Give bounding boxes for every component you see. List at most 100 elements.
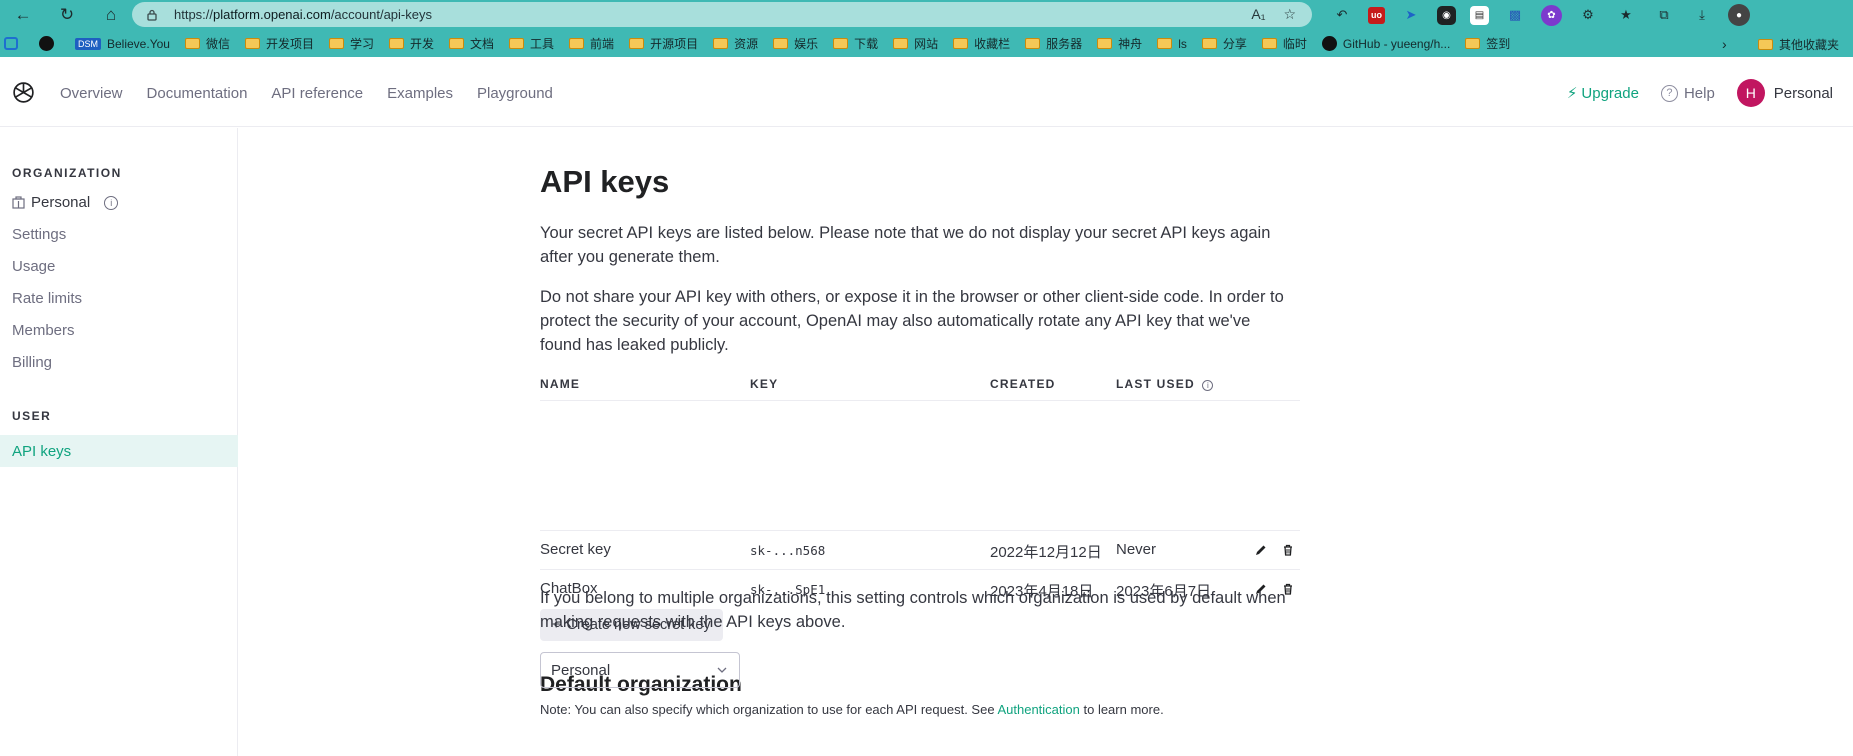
folder-icon	[773, 38, 789, 49]
bookmark-2[interactable]: 开发项目	[244, 35, 314, 52]
bookmark-github-icon[interactable]	[39, 36, 60, 51]
dsm-icon: DSM	[75, 37, 101, 50]
bookmark-6[interactable]: 工具	[509, 35, 554, 52]
row-divider	[540, 569, 1300, 570]
user-menu[interactable]: H Personal	[1736, 79, 1833, 107]
folder-icon	[1025, 38, 1041, 49]
nav-overview[interactable]: Overview	[60, 85, 123, 102]
reader-icon[interactable]: ▤	[1470, 5, 1489, 25]
bookmark-8[interactable]: 开源项目	[629, 35, 698, 52]
building-icon	[12, 196, 25, 209]
folder-icon	[953, 38, 969, 49]
upgrade-label: Upgrade	[1581, 84, 1639, 102]
nav-playground[interactable]: Playground	[477, 85, 553, 102]
sidebar-item-members[interactable]: Members	[12, 322, 75, 339]
bookmark-4[interactable]: 开发	[389, 35, 434, 52]
column-header-key: KEY	[750, 377, 779, 391]
back-icon[interactable]: ←	[8, 1, 38, 29]
row-key: sk-...n568	[750, 543, 826, 558]
folder-icon	[833, 38, 849, 49]
column-header-name: NAME	[540, 377, 581, 391]
bookmark-other[interactable]: 其他收藏夹	[1758, 36, 1839, 53]
info-icon[interactable]: i	[1202, 380, 1214, 391]
app-header: Overview Documentation API reference Exa…	[0, 57, 1853, 127]
sidebar-section-user: USER	[12, 409, 52, 423]
window-icon[interactable]: ▩	[1503, 3, 1527, 27]
nav-examples[interactable]: Examples	[387, 85, 453, 102]
sidebar-item-rate-limits[interactable]: Rate limits	[12, 290, 82, 307]
github-icon	[1321, 36, 1337, 51]
refresh-icon[interactable]: ↻	[52, 1, 82, 29]
brain-icon[interactable]: ✿	[1541, 4, 1562, 26]
bookmark-0[interactable]: DSM Believe.You	[75, 37, 170, 51]
upgrade-button[interactable]: ⚡ Upgrade	[1566, 84, 1639, 103]
bookmark-17[interactable]: 分享	[1201, 35, 1247, 52]
folder-icon	[184, 38, 200, 49]
bookmark-13[interactable]: 收藏栏	[953, 35, 1010, 52]
nav-api-reference[interactable]: API reference	[271, 85, 363, 102]
favorite-add-icon[interactable]: ☆	[1283, 6, 1296, 23]
download-icon[interactable]: ⤓	[1690, 3, 1714, 27]
bookmark-11[interactable]: 下载	[833, 35, 878, 52]
default-org-description: If you belong to multiple organizations,…	[540, 589, 1286, 631]
folder-icon	[1157, 38, 1173, 49]
folder-icon	[1097, 38, 1113, 49]
feather-icon[interactable]: ➤	[1399, 3, 1423, 27]
app-icon	[4, 37, 18, 50]
bookmark-app[interactable]	[4, 37, 24, 50]
read-aloud-icon[interactable]: A₁	[1251, 6, 1265, 23]
bookmark-12[interactable]: 网站	[893, 35, 938, 52]
bookmark-5[interactable]: 文档	[449, 35, 494, 52]
nav-documentation[interactable]: Documentation	[147, 85, 248, 102]
bookmark-18[interactable]: 临时	[1261, 35, 1307, 52]
info-icon[interactable]: i	[104, 195, 119, 210]
delete-icon[interactable]	[1281, 543, 1295, 557]
extensions-bar: ↶ uo ➤ ◉ ▤ ▩ ✿ ⚙ ★ ⧉ ⤓ ●	[1330, 3, 1750, 27]
home-icon[interactable]: ⌂	[96, 1, 126, 29]
folder-icon	[328, 38, 344, 49]
chevron-right-icon[interactable]: ›	[1722, 36, 1727, 52]
folder-icon	[1261, 38, 1277, 49]
bookmark-19[interactable]: GitHub - yueeng/h...	[1321, 36, 1450, 51]
profile-avatar-icon[interactable]: ●	[1728, 4, 1750, 26]
org-select[interactable]: Personal	[540, 652, 740, 688]
row-name: Secret key	[540, 541, 611, 558]
puzzle-icon[interactable]: ⚙	[1576, 3, 1600, 27]
sidebar-item-usage[interactable]: Usage	[12, 258, 55, 275]
org-name: Personal	[31, 194, 91, 211]
folder-icon	[713, 38, 729, 49]
folder-icon	[569, 38, 585, 49]
bookmark-16[interactable]: ls	[1157, 37, 1187, 51]
bolt-icon: ⚡	[1566, 85, 1578, 102]
bookmark-1[interactable]: 微信	[184, 35, 230, 52]
favorites-icon[interactable]: ★	[1614, 3, 1638, 27]
bookmark-20[interactable]: 签到	[1465, 35, 1510, 52]
folder-icon	[1758, 39, 1773, 50]
bookmark-7[interactable]: 前端	[569, 35, 614, 52]
openai-logo-icon[interactable]	[11, 80, 36, 105]
authentication-link[interactable]: Authentication	[997, 702, 1079, 717]
folder-icon	[1201, 38, 1217, 49]
collections-icon[interactable]: ⧉	[1652, 3, 1676, 27]
bookmark-3[interactable]: 学习	[328, 35, 374, 52]
reply-icon[interactable]: ↶	[1330, 3, 1354, 27]
address-bar[interactable]: https://platform.openai.com/account/api-…	[132, 2, 1312, 27]
tampermonkey-icon[interactable]: ◉	[1437, 5, 1456, 25]
question-icon: ?	[1660, 84, 1678, 102]
bookmark-14[interactable]: 服务器	[1025, 35, 1082, 52]
org-switcher[interactable]: Personal i	[12, 194, 119, 211]
row-divider	[540, 530, 1300, 531]
chevron-down-icon	[717, 667, 727, 673]
folder-icon	[389, 38, 404, 49]
sidebar-item-api-keys[interactable]: API keys	[0, 435, 238, 467]
ublock-icon[interactable]: uo	[1368, 6, 1385, 24]
bookmark-15[interactable]: 神舟	[1097, 35, 1142, 52]
sidebar-item-billing[interactable]: Billing	[12, 354, 52, 371]
bookmark-10[interactable]: 娱乐	[773, 35, 818, 52]
edit-icon[interactable]	[1254, 543, 1268, 557]
help-label: Help	[1683, 84, 1715, 102]
bookmark-9[interactable]: 资源	[713, 35, 758, 52]
sidebar-item-settings[interactable]: Settings	[12, 226, 66, 243]
help-button[interactable]: ? Help	[1660, 84, 1715, 102]
url-text: https://platform.openai.com/account/api-…	[174, 7, 432, 22]
